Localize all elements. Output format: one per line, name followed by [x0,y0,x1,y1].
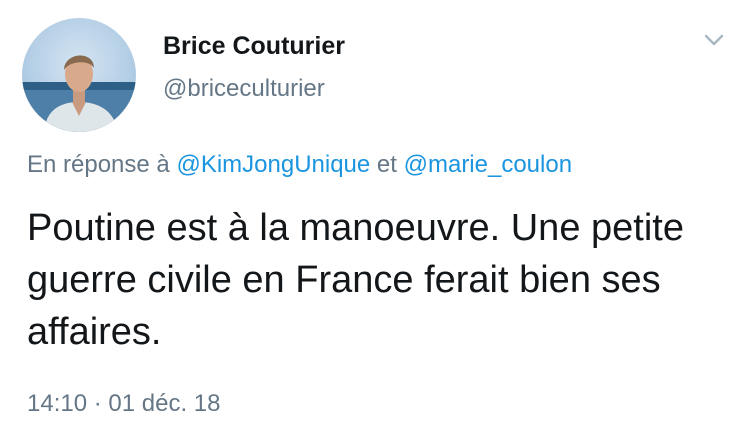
profile-photo [22,55,136,132]
mention-link[interactable]: @marie_coulon [404,151,572,178]
reply-joiner: et [376,151,397,178]
author-handle[interactable]: @briceculturier [163,75,325,103]
author-name[interactable]: Brice Couturier [163,32,345,61]
avatar[interactable] [22,18,136,132]
reply-prefix: En réponse à [27,151,170,178]
chevron-down-icon[interactable] [700,30,728,52]
tweet-text: Poutine est à la manoeuvre. Une petite g… [27,207,684,353]
mention-link[interactable]: @KimJongUnique [176,151,370,178]
tweet-timestamp[interactable]: 14:10 · 01 déc. 18 [27,390,220,418]
reply-context: En réponse à @KimJongUnique et @marie_co… [27,151,572,179]
